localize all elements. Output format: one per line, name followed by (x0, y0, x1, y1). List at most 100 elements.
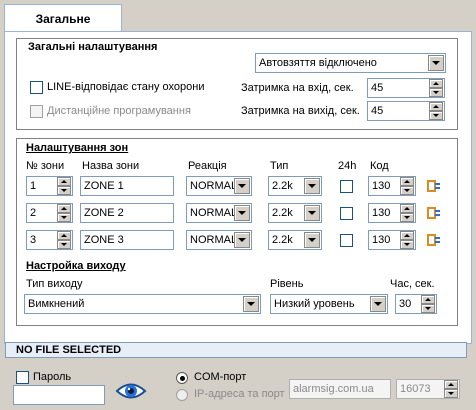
zone-type-select[interactable]: 2.2k (268, 176, 322, 196)
zone-name-input[interactable]: ZONE 1 (80, 176, 174, 196)
spin-down-icon[interactable] (57, 186, 71, 195)
spin-up-icon[interactable] (400, 204, 414, 213)
spin-up-icon[interactable] (57, 231, 71, 240)
entry-delay-value: 45 (371, 82, 384, 94)
spin-down-icon[interactable] (57, 213, 71, 222)
exit-delay-stepper[interactable]: 45 (367, 101, 445, 121)
eye-icon[interactable] (115, 380, 147, 402)
chevron-down-icon[interactable] (370, 296, 386, 312)
zone-code-icon[interactable] (427, 206, 441, 220)
col-header-code: Код (370, 160, 389, 172)
general-settings-title: Загальні налаштування (28, 41, 158, 53)
file-status-bar: NO FILE SELECTED (5, 342, 467, 358)
chevron-down-icon[interactable] (304, 205, 320, 221)
zone-type-value: 2.2k (272, 234, 293, 246)
ip-port-label: IP-адреса та порт (194, 388, 285, 400)
tab-general[interactable]: Загальне (4, 4, 122, 32)
entry-delay-stepper[interactable]: 45 (367, 78, 445, 98)
spin-down-icon[interactable] (400, 240, 414, 249)
exit-delay-label: Затримка на вихід, сек. (241, 105, 360, 117)
ip-address-input[interactable]: alarmsig.com.ua (289, 379, 391, 399)
spin-up-icon[interactable] (57, 177, 71, 186)
zones-title: Налаштування зон (26, 142, 129, 154)
zone-number-value: 1 (30, 180, 37, 192)
output-level-value: Низкий уровень (274, 298, 355, 310)
zone-number-stepper[interactable]: 1 (26, 176, 73, 196)
output-type-value: Вимкнений (28, 298, 85, 310)
spin-down-icon[interactable] (400, 186, 414, 195)
spin-up-icon[interactable] (429, 102, 443, 111)
password-checkbox[interactable] (16, 371, 29, 384)
output-time-value: 30 (399, 298, 412, 310)
zone-number-stepper[interactable]: 3 (26, 230, 73, 250)
zone-number-value: 2 (30, 207, 37, 219)
entry-delay-label: Затримка на вхід, сек. (241, 82, 354, 94)
chevron-down-icon[interactable] (234, 205, 250, 221)
col-header-name: Назва зони (82, 160, 140, 172)
zone-code-value: 130 (372, 180, 391, 192)
spin-down-icon[interactable] (429, 88, 443, 97)
zone-24h-checkbox[interactable] (340, 207, 353, 220)
zone-type-select[interactable]: 2.2k (268, 203, 322, 223)
zone-type-value: 2.2k (272, 207, 293, 219)
chevron-down-icon[interactable] (243, 296, 259, 312)
zone-name-input[interactable]: ZONE 2 (80, 203, 174, 223)
zone-code-value: 130 (372, 234, 391, 246)
spin-down-icon[interactable] (400, 213, 414, 222)
spin-down-icon[interactable] (421, 304, 435, 313)
output-time-label: Час, сек. (390, 278, 435, 290)
remote-programming-label: Дистанційне програмування (47, 105, 191, 117)
zone-number-stepper[interactable]: 2 (26, 203, 73, 223)
zone-reaction-select[interactable]: NORMAL (186, 230, 252, 250)
chevron-down-icon[interactable] (304, 232, 320, 248)
password-input[interactable] (13, 385, 105, 405)
spin-up-icon[interactable] (429, 79, 443, 88)
output-time-stepper[interactable]: 30 (395, 294, 437, 314)
zone-code-icon[interactable] (427, 179, 441, 193)
zone-reaction-select[interactable]: NORMAL (186, 203, 252, 223)
zone-reaction-value: NORMAL (190, 180, 234, 192)
zone-reaction-select[interactable]: NORMAL (186, 176, 252, 196)
chevron-down-icon[interactable] (234, 232, 250, 248)
line-checkbox[interactable] (30, 81, 43, 94)
zone-number-value: 3 (30, 234, 37, 246)
zone-reaction-value: NORMAL (190, 234, 234, 246)
col-header-24h: 24h (338, 160, 357, 172)
chevron-down-icon[interactable] (428, 55, 444, 71)
output-title: Настройка виходу (26, 260, 126, 272)
spin-down-icon[interactable] (57, 240, 71, 249)
com-port-label: COM-порт (194, 371, 247, 383)
spin-up-icon[interactable] (421, 295, 435, 304)
zone-code-stepper[interactable]: 130 (368, 230, 416, 250)
zone-code-stepper[interactable]: 130 (368, 203, 416, 223)
chevron-down-icon[interactable] (234, 178, 250, 194)
zone-24h-checkbox[interactable] (340, 234, 353, 247)
spin-up-icon[interactable] (444, 380, 458, 389)
port-stepper[interactable]: 16073 (396, 379, 460, 399)
zone-type-select[interactable]: 2.2k (268, 230, 322, 250)
zone-code-icon[interactable] (427, 233, 441, 247)
spin-down-icon[interactable] (444, 389, 458, 398)
col-header-num: № зони (26, 160, 65, 172)
zone-code-value: 130 (372, 207, 391, 219)
com-port-radio[interactable] (176, 372, 188, 384)
line-label: LINE-відповідає стану охорони (47, 81, 205, 93)
password-label: Пароль (33, 371, 72, 383)
zone-24h-checkbox[interactable] (340, 180, 353, 193)
col-header-type: Тип (270, 160, 289, 172)
output-level-select[interactable]: Низкий уровень (270, 294, 388, 314)
spin-up-icon[interactable] (400, 231, 414, 240)
zone-code-stepper[interactable]: 130 (368, 176, 416, 196)
auto-arm-select[interactable]: Автовзяття відключено (255, 53, 446, 73)
ip-port-radio[interactable] (176, 389, 188, 401)
zone-name-input[interactable]: ZONE 3 (80, 230, 174, 250)
output-type-select[interactable]: Вимкнений (24, 294, 261, 314)
remote-programming-checkbox[interactable] (30, 105, 43, 118)
spin-down-icon[interactable] (429, 111, 443, 120)
zone-reaction-value: NORMAL (190, 207, 234, 219)
chevron-down-icon[interactable] (304, 178, 320, 194)
spin-up-icon[interactable] (57, 204, 71, 213)
exit-delay-value: 45 (371, 105, 384, 117)
auto-arm-value: Автовзяття відключено (259, 57, 377, 69)
spin-up-icon[interactable] (400, 177, 414, 186)
